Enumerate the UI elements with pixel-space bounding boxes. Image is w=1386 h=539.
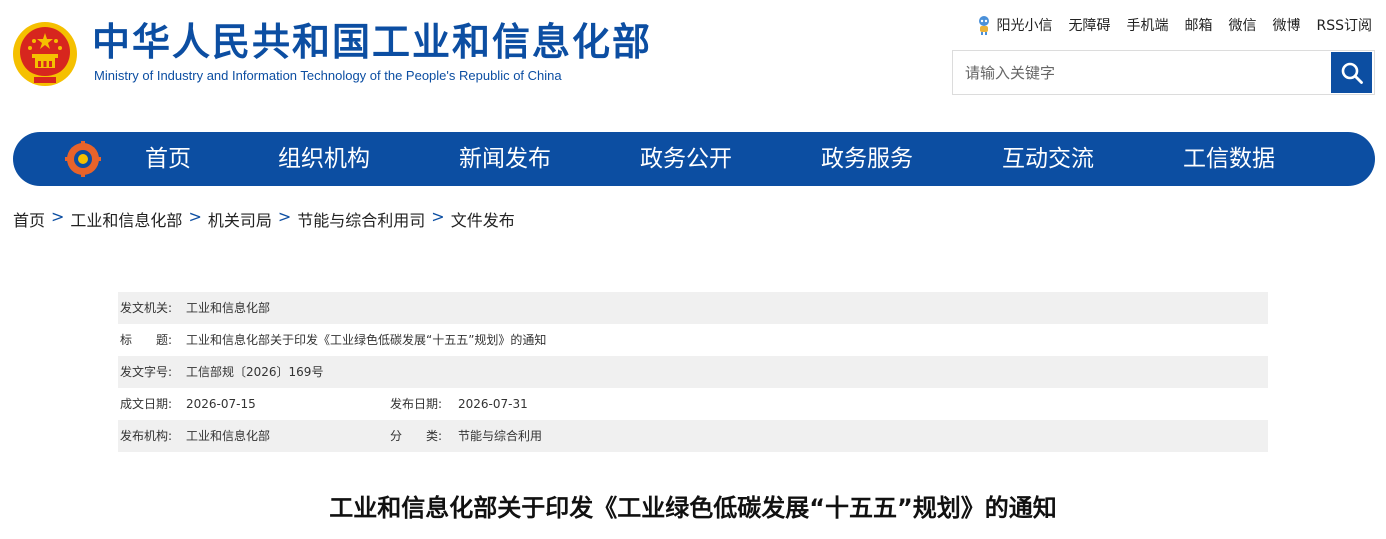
meta-label: 发布日期: bbox=[390, 397, 443, 411]
meta-value: 2026-07-15 bbox=[186, 397, 256, 411]
document-meta-table: 发文机关: 工业和信息化部 标 题: 工业和信息化部关于印发《工业绿色低碳发展“… bbox=[118, 292, 1268, 452]
meta-label: 标 题: bbox=[120, 333, 173, 347]
search-input[interactable] bbox=[953, 51, 1331, 94]
toplink-sunshine[interactable]: 阳光小信 bbox=[976, 15, 1052, 35]
meta-label: 分 类: bbox=[390, 429, 443, 443]
robot-mascot-icon bbox=[979, 16, 990, 35]
nav-organization[interactable]: 组织机构 bbox=[278, 132, 370, 186]
meta-value: 工业和信息化部关于印发《工业绿色低碳发展“十五五”规划》的通知 bbox=[186, 333, 547, 347]
search-button[interactable] bbox=[1331, 52, 1372, 93]
toplink-accessibility[interactable]: 无障碍 bbox=[1068, 15, 1110, 35]
meta-label: 成文日期: bbox=[120, 397, 173, 411]
nav-gov-services[interactable]: 政务服务 bbox=[821, 132, 913, 186]
meta-row-issuer: 发文机关: 工业和信息化部 bbox=[118, 292, 1268, 324]
breadcrumb-separator: > bbox=[188, 207, 202, 226]
meta-value: 节能与综合利用 bbox=[458, 429, 543, 443]
meta-row-org: 发布机构: 工业和信息化部 分 类: 节能与综合利用 bbox=[118, 420, 1268, 452]
toplink-rss[interactable]: RSS订阅 bbox=[1316, 15, 1372, 35]
meta-value: 2026-07-31 bbox=[458, 397, 528, 411]
meta-label: 发文机关: bbox=[120, 301, 173, 315]
meta-value: 工信部规〔2026〕169号 bbox=[186, 365, 324, 379]
meta-row-title: 标 题: 工业和信息化部关于印发《工业绿色低碳发展“十五五”规划》的通知 bbox=[118, 324, 1268, 356]
top-links: 阳光小信 无障碍 手机端 邮箱 微信 微博 RSS订阅 bbox=[976, 14, 1372, 36]
breadcrumb-home[interactable]: 首页 bbox=[13, 207, 45, 231]
meta-row-docno: 发文字号: 工信部规〔2026〕169号 bbox=[118, 356, 1268, 388]
site-header: 中华人民共和国工业和信息化部 Ministry of Industry and … bbox=[0, 0, 1386, 120]
search-icon bbox=[1341, 62, 1363, 84]
document-title: 工业和信息化部关于印发《工业绿色低碳发展“十五五”规划》的通知 bbox=[329, 494, 1057, 522]
meta-label: 发布机构: bbox=[120, 429, 173, 443]
breadcrumb-separator: > bbox=[51, 207, 65, 226]
site-title-en[interactable]: Ministry of Industry and Information Tec… bbox=[94, 68, 562, 83]
meta-label: 发文字号: bbox=[120, 365, 173, 379]
nav-interaction[interactable]: 互动交流 bbox=[1002, 132, 1094, 186]
national-emblem-icon[interactable] bbox=[12, 21, 78, 87]
nav-gov-affairs[interactable]: 政务公开 bbox=[640, 132, 732, 186]
toplink-mail[interactable]: 邮箱 bbox=[1184, 15, 1212, 35]
nav-home[interactable]: 首页 bbox=[145, 132, 191, 186]
nav-data[interactable]: 工信数据 bbox=[1183, 132, 1275, 186]
breadcrumb-separator: > bbox=[431, 207, 445, 226]
main-nav: 首页 组织机构 新闻发布 政务公开 政务服务 互动交流 工信数据 bbox=[13, 132, 1375, 186]
toplink-label: 阳光小信 bbox=[996, 18, 1053, 34]
breadcrumb-energy-dept[interactable]: 节能与综合利用司 bbox=[297, 207, 425, 231]
miit-logo-icon[interactable] bbox=[65, 141, 101, 177]
meta-value: 工业和信息化部 bbox=[186, 429, 271, 443]
meta-row-dates: 成文日期: 2026-07-15 发布日期: 2026-07-31 bbox=[118, 388, 1268, 420]
meta-value: 工业和信息化部 bbox=[186, 301, 271, 315]
nav-news[interactable]: 新闻发布 bbox=[459, 132, 551, 186]
breadcrumb: 首页 > 工业和信息化部 > 机关司局 > 节能与综合利用司 > 文件发布 bbox=[13, 207, 515, 231]
toplink-weibo[interactable]: 微博 bbox=[1272, 15, 1300, 35]
breadcrumb-separator: > bbox=[277, 207, 292, 226]
breadcrumb-documents[interactable]: 文件发布 bbox=[451, 207, 515, 231]
toplink-wechat[interactable]: 微信 bbox=[1228, 15, 1256, 35]
toplink-mobile[interactable]: 手机端 bbox=[1126, 15, 1168, 35]
site-title-cn[interactable]: 中华人民共和国工业和信息化部 bbox=[92, 18, 652, 66]
breadcrumb-departments[interactable]: 机关司局 bbox=[208, 207, 272, 231]
breadcrumb-ministry[interactable]: 工业和信息化部 bbox=[70, 207, 182, 231]
search-box bbox=[952, 50, 1375, 95]
